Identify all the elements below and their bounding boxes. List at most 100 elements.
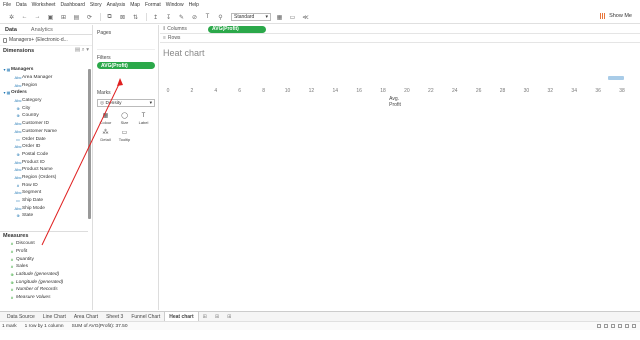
tableau-logo-icon[interactable]: ✲ xyxy=(6,13,17,22)
dimension-item[interactable]: Abc Product ID xyxy=(0,158,88,166)
new-worksheet-icon[interactable]: ⊞ xyxy=(199,312,211,322)
dimension-label: City xyxy=(22,105,31,111)
colour-icon: ▦ xyxy=(102,112,109,119)
nav-prev-icon[interactable] xyxy=(604,324,608,328)
save-icon[interactable]: ▣ xyxy=(45,13,56,22)
show-me-button[interactable]: Show Me xyxy=(600,13,632,19)
detail-icon: ⁂ xyxy=(102,129,109,136)
sort-ascending-icon[interactable]: ↥ xyxy=(150,13,161,22)
dimension-item[interactable]: # Row ID xyxy=(0,181,88,189)
new-story-icon[interactable]: ⊞ xyxy=(223,312,235,322)
menu-item[interactable]: Story xyxy=(90,2,102,8)
sheet-tab[interactable]: Sheet 3 xyxy=(102,312,127,322)
menu-item[interactable]: Help xyxy=(189,2,199,8)
filters-card[interactable]: Filters AVG(Profit) xyxy=(97,53,155,88)
mark-button-label[interactable]: T Label xyxy=(135,111,152,126)
share-icon[interactable]: ≪ xyxy=(300,13,311,22)
tab-analytics[interactable]: Analytics xyxy=(26,27,58,33)
mark-button-colour[interactable]: ▦ Colour xyxy=(97,111,114,126)
mark-type-select[interactable]: ◎ Density ▾ xyxy=(97,99,155,107)
sheet-tab[interactable]: Heat chart xyxy=(164,311,199,322)
labels-icon[interactable]: T xyxy=(202,13,213,22)
dimension-item[interactable]: Abc Customer Name xyxy=(0,128,88,136)
sheet-tab[interactable]: Line Chart xyxy=(39,312,70,322)
menu-item[interactable]: Format xyxy=(145,2,161,8)
duplicate-sheet-icon[interactable]: ⧉ xyxy=(104,13,115,22)
menu-item[interactable]: File xyxy=(3,2,11,8)
show-tabs-icon[interactable] xyxy=(632,324,636,328)
dimension-item[interactable]: Abc Customer ID xyxy=(0,120,88,128)
x-tick-label: 16 xyxy=(356,88,362,94)
x-tick-label: 8 xyxy=(262,88,265,94)
dimension-label: Ship Date xyxy=(22,198,44,204)
pages-card[interactable]: Pages xyxy=(97,28,155,50)
dimension-label: Product ID xyxy=(22,159,45,165)
nav-last-icon[interactable] xyxy=(618,324,622,328)
measure-item[interactable]: # Profit xyxy=(0,248,88,256)
dimension-item[interactable]: ⊕ Postal Code xyxy=(0,151,88,159)
menu-item[interactable]: Analysis xyxy=(107,2,126,8)
swap-icon[interactable]: ⇅ xyxy=(130,13,141,22)
measure-item[interactable]: # Quantity xyxy=(0,255,88,263)
dimension-item[interactable]: ⊕ State xyxy=(0,212,88,220)
new-dashboard-icon[interactable]: ⊞ xyxy=(211,312,223,322)
show-filmstrip-icon[interactable] xyxy=(625,324,629,328)
menu-item[interactable]: Map xyxy=(130,2,140,8)
group-icon[interactable]: ⊘ xyxy=(189,13,200,22)
dimension-item[interactable]: ▾ ▦ Managers xyxy=(0,66,88,74)
dimension-item[interactable]: Abc Segment xyxy=(0,189,88,197)
fit-select[interactable]: Standard ▾ xyxy=(231,13,271,21)
dimension-item[interactable]: ⊕ City xyxy=(0,104,88,112)
tab-data[interactable]: Data xyxy=(0,27,22,33)
dimension-item[interactable]: Abc Area Manager xyxy=(0,74,88,82)
tab-data-source[interactable]: Data Source xyxy=(3,312,39,322)
sheet-tab[interactable]: Area Chart xyxy=(70,312,102,322)
new-worksheet-icon[interactable]: ▤ xyxy=(71,13,82,22)
pin-icon[interactable]: ⚲ xyxy=(215,13,226,22)
menu-item[interactable]: Window xyxy=(166,2,184,8)
dimension-item[interactable]: ▭ Order Date xyxy=(0,135,88,143)
dimension-item[interactable]: Abc Category xyxy=(0,97,88,105)
measure-item[interactable]: # Number of Records xyxy=(0,286,88,294)
mark-button-size[interactable]: ◯ Size xyxy=(116,111,133,126)
dimension-item[interactable]: Abc Order ID xyxy=(0,143,88,151)
undo-icon[interactable]: ← xyxy=(19,13,30,22)
menu-item[interactable]: Worksheet xyxy=(32,2,56,8)
dimension-item[interactable]: Abc Product Name xyxy=(0,166,88,174)
show-hide-cards-icon[interactable]: ▦ xyxy=(274,13,285,22)
menu-item[interactable]: Dashboard xyxy=(60,2,84,8)
menu-item[interactable]: Data xyxy=(16,2,27,8)
tooltip-icon: ▭ xyxy=(121,129,128,136)
density-mark[interactable] xyxy=(608,76,625,80)
dimensions-menu-icon[interactable]: ▤ ⌕ ▾ xyxy=(75,47,89,54)
dimension-item[interactable]: ▭ Ship Date xyxy=(0,197,88,205)
rows-shelf[interactable]: ≡ Rows xyxy=(160,34,640,43)
sheet-tab[interactable]: Funnel Chart xyxy=(127,312,164,322)
nav-next-icon[interactable] xyxy=(611,324,615,328)
clear-sheet-icon[interactable]: ⊠ xyxy=(117,13,128,22)
measure-item[interactable]: # Discount xyxy=(0,240,88,248)
mark-button-detail[interactable]: ⁂ Detail xyxy=(97,128,114,143)
filter-pill-avg-profit[interactable]: AVG(Profit) xyxy=(97,62,155,69)
measure-item[interactable]: ⊕ Longitude (generated) xyxy=(0,278,88,286)
dimension-item[interactable]: Abc Ship Mode xyxy=(0,204,88,212)
dimension-item[interactable]: Abc Region xyxy=(0,81,88,89)
columns-shelf[interactable]: ⦀ Columns AVG(Profit) xyxy=(160,25,640,34)
dimension-item[interactable]: Abc Region (Orders) xyxy=(0,174,88,182)
sort-descending-icon[interactable]: ↧ xyxy=(163,13,174,22)
redo-icon[interactable]: → xyxy=(32,13,43,22)
presentation-icon[interactable]: ▭ xyxy=(287,13,298,22)
data-source-item[interactable]: Managers+ (Electronic-d... xyxy=(0,35,92,46)
dimension-item[interactable]: ⊕ Country xyxy=(0,112,88,120)
new-data-source-icon[interactable]: ⊞ xyxy=(58,13,69,22)
nav-first-icon[interactable] xyxy=(597,324,601,328)
measure-item[interactable]: # Sales xyxy=(0,263,88,271)
refresh-icon[interactable]: ⟳ xyxy=(84,13,95,22)
columns-pill-avg-profit[interactable]: AVG(Profit) xyxy=(208,25,266,33)
dimension-item[interactable]: ▾ ▦ Orders xyxy=(0,89,88,97)
measure-item[interactable]: ⊕ Latitude (generated) xyxy=(0,271,88,279)
mark-button-tooltip[interactable]: ▭ Tooltip xyxy=(116,128,133,143)
data-pane-scrollbar[interactable] xyxy=(88,69,91,219)
highlight-icon[interactable]: ✎ xyxy=(176,13,187,22)
measure-item[interactable]: # Measure Values xyxy=(0,294,88,302)
